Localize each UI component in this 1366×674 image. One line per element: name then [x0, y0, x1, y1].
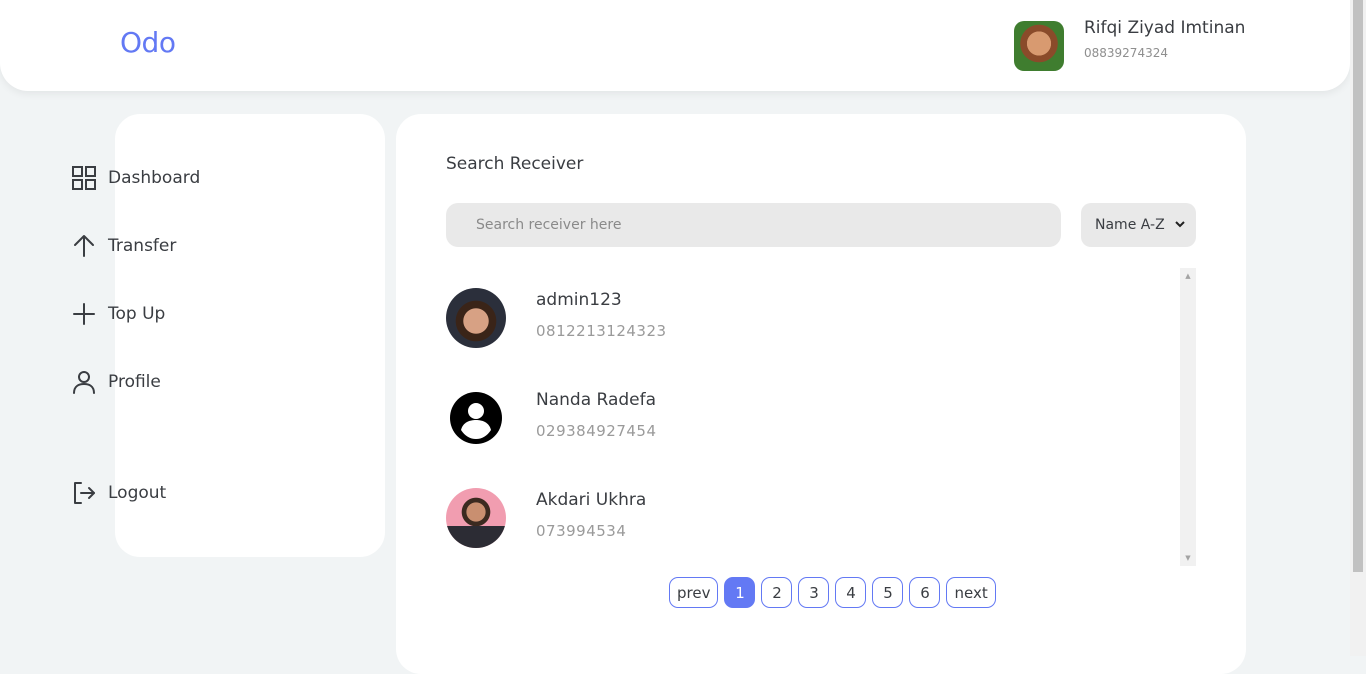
receiver-phone: 029384927454	[536, 422, 657, 440]
page-button-4[interactable]: 4	[835, 577, 867, 608]
sidebar-item-topup[interactable]: Top Up	[70, 298, 165, 330]
logout-icon	[74, 482, 95, 504]
next-page-button[interactable]: next	[946, 577, 996, 608]
scroll-up-icon[interactable]: ▲	[1180, 268, 1196, 284]
page-button-5[interactable]: 5	[872, 577, 904, 608]
receiver-name: Nanda Radefa	[536, 390, 657, 410]
sidebar-item-dashboard[interactable]: Dashboard	[70, 162, 200, 194]
logout-label: Logout	[108, 483, 167, 503]
user-name: Rifqi Ziyad Imtinan	[1084, 18, 1246, 38]
sidebar-item-label: Transfer	[108, 236, 177, 256]
search-field[interactable]	[446, 203, 1061, 247]
search-input[interactable]	[446, 203, 1061, 247]
brand-logo[interactable]: Odo	[120, 26, 176, 59]
page-button-3[interactable]: 3	[798, 577, 830, 608]
sidebar-item-label: Top Up	[108, 304, 166, 324]
sort-select[interactable]: Name A-Z	[1081, 203, 1196, 247]
receiver-name: Akdari Ukhra	[536, 490, 647, 510]
list-item[interactable]: admin123 0812213124323	[446, 286, 1166, 350]
chevron-down-icon	[1175, 221, 1185, 228]
scroll-down-icon[interactable]: ▼	[1180, 550, 1196, 566]
plus-icon	[73, 303, 95, 325]
page-scrollbar[interactable]	[1350, 0, 1366, 656]
page-button-1[interactable]: 1	[724, 577, 756, 608]
sidebar-item-transfer[interactable]: Transfer	[70, 230, 176, 262]
arrow-up-icon	[74, 235, 94, 257]
avatar	[446, 488, 506, 548]
list-item[interactable]: Akdari Ukhra 073994534	[446, 486, 1166, 550]
sort-selected-value: Name A-Z	[1095, 217, 1165, 233]
page-scrollbar-thumb[interactable]	[1353, 0, 1363, 572]
list-scrollbar[interactable]: ▲ ▼	[1180, 268, 1196, 566]
main-panel: Search Receiver Name A-Z admin123 081221…	[396, 114, 1246, 674]
sidebar-item-profile[interactable]: Profile	[70, 366, 161, 398]
logout-button[interactable]: Logout	[70, 477, 166, 509]
receiver-list: admin123 0812213124323 Nanda Radefa 0293…	[446, 268, 1196, 566]
prev-page-button[interactable]: prev	[669, 577, 719, 608]
receiver-phone: 0812213124323	[536, 322, 667, 340]
user-avatar[interactable]	[1014, 21, 1064, 71]
user-icon	[73, 371, 95, 394]
page-button-6[interactable]: 6	[909, 577, 941, 608]
sidebar-item-label: Dashboard	[108, 168, 201, 188]
sidebar-item-label: Profile	[108, 372, 161, 392]
default-avatar-icon	[450, 392, 502, 444]
avatar	[446, 388, 506, 448]
avatar	[446, 288, 506, 348]
receiver-phone: 073994534	[536, 522, 627, 540]
page-title: Search Receiver	[446, 154, 584, 174]
user-phone: 08839274324	[1084, 46, 1168, 60]
page-button-2[interactable]: 2	[761, 577, 793, 608]
grid-icon	[72, 166, 96, 190]
list-item[interactable]: Nanda Radefa 029384927454	[446, 386, 1166, 450]
avatar-shirt	[446, 526, 506, 548]
top-bar: Odo Rifqi Ziyad Imtinan 08839274324	[0, 0, 1350, 91]
receiver-name: admin123	[536, 290, 622, 310]
pagination: prev 1 2 3 4 5 6 next	[669, 577, 996, 608]
